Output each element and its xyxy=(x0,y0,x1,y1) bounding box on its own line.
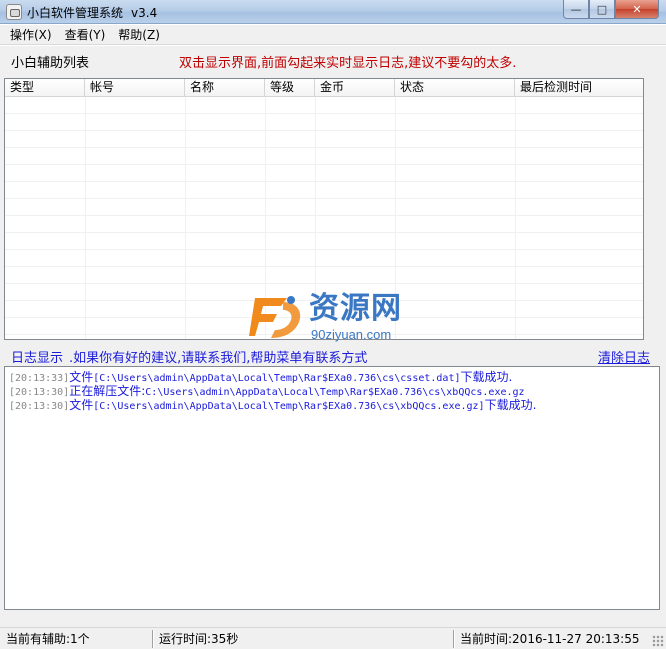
column-header-level[interactable]: 等级 xyxy=(265,79,315,97)
log-time: [20:13:30] xyxy=(9,401,70,412)
log-time: [20:13:33] xyxy=(9,373,70,384)
column-header-name[interactable]: 名称 xyxy=(185,79,265,97)
log-entry: [20:13:30]文件[C:\Users\admin\AppData\Loca… xyxy=(9,398,659,412)
title-bar[interactable]: 小白软件管理系统 v3.4 — □ ✕ xyxy=(0,0,666,24)
log-path: [C:\Users\admin\AppData\Local\Temp\Rar$E… xyxy=(93,373,461,384)
log-suffix: 下载成功. xyxy=(484,398,537,412)
helper-list-title: 小白辅助列表 xyxy=(11,56,90,71)
menu-bar: 操作(X) 查看(Y) 帮助(Z) xyxy=(0,25,666,45)
minimize-button[interactable]: — xyxy=(563,0,589,19)
column-header-last-check[interactable]: 最后检测时间 xyxy=(515,79,643,97)
column-header-type[interactable]: 类型 xyxy=(5,79,85,97)
maximize-icon: □ xyxy=(596,2,608,16)
minimize-icon: — xyxy=(570,2,582,16)
status-divider xyxy=(152,630,154,648)
close-icon: ✕ xyxy=(632,2,642,16)
grid-line xyxy=(515,97,516,339)
menu-view[interactable]: 查看(Y) xyxy=(60,26,111,44)
column-header-status[interactable]: 状态 xyxy=(395,79,515,97)
resize-grip-icon[interactable] xyxy=(652,635,664,647)
log-label: 日志显示 .如果你有好的建议,请联系我们,帮助菜单有联系方式 xyxy=(11,347,367,366)
status-helper-count: 当前有辅助:1个 xyxy=(6,632,90,646)
status-bar: 当前有辅助:1个 运行时间:35秒 当前时间:2016-11-27 20:13:… xyxy=(0,627,666,649)
log-suffix: 下载成功. xyxy=(460,370,513,384)
log-box[interactable]: [20:13:33]文件[C:\Users\admin\AppData\Loca… xyxy=(4,366,660,610)
column-header-account[interactable]: 帐号 xyxy=(85,79,185,97)
log-path: C:\Users\admin\AppData\Local\Temp\Rar$EX… xyxy=(145,387,525,398)
app-icon[interactable] xyxy=(6,4,22,20)
menu-operate[interactable]: 操作(X) xyxy=(5,26,57,44)
log-time: [20:13:30] xyxy=(9,387,70,398)
window-title: 小白软件管理系统 v3.4 xyxy=(27,4,157,21)
status-runtime: 运行时间:35秒 xyxy=(159,632,239,646)
status-current-time: 当前时间:2016-11-27 20:13:55 xyxy=(460,632,640,646)
status-divider xyxy=(453,630,455,648)
window-version: v3.4 xyxy=(131,6,158,20)
log-prefix: 正在解压文件: xyxy=(69,384,146,398)
log-entry: [20:13:30]正在解压文件:C:\Users\admin\AppData\… xyxy=(9,384,659,398)
log-prefix: 文件 xyxy=(69,398,94,412)
log-label-text: 日志显示 xyxy=(11,351,64,366)
maximize-button[interactable]: □ xyxy=(589,0,615,19)
grid-line xyxy=(265,97,266,339)
helper-list-view[interactable]: 类型 帐号 名称 等级 金币 状态 最后检测时间 xyxy=(4,78,644,340)
window-controls: — □ ✕ xyxy=(563,0,659,19)
grid-line xyxy=(85,97,86,339)
close-button[interactable]: ✕ xyxy=(615,0,659,19)
log-hint: .如果你有好的建议,请联系我们,帮助菜单有联系方式 xyxy=(69,351,368,366)
clear-log-link[interactable]: 清除日志 xyxy=(598,347,650,366)
column-header-gold[interactable]: 金币 xyxy=(315,79,395,97)
grid-line xyxy=(315,97,316,339)
window-title-text: 小白软件管理系统 xyxy=(27,6,124,20)
list-body[interactable] xyxy=(5,97,643,339)
log-entry: [20:13:33]文件[C:\Users\admin\AppData\Loca… xyxy=(9,370,659,384)
list-header: 类型 帐号 名称 等级 金币 状态 最后检测时间 xyxy=(5,79,643,97)
log-prefix: 文件 xyxy=(69,370,94,384)
grid-line xyxy=(395,97,396,339)
grid-line xyxy=(185,97,186,339)
menu-help[interactable]: 帮助(Z) xyxy=(113,26,165,44)
helper-list-hint: 双击显示界面,前面勾起来实时显示日志,建议不要勾的太多. xyxy=(179,56,517,71)
log-path: [C:\Users\admin\AppData\Local\Temp\Rar$E… xyxy=(93,401,485,412)
